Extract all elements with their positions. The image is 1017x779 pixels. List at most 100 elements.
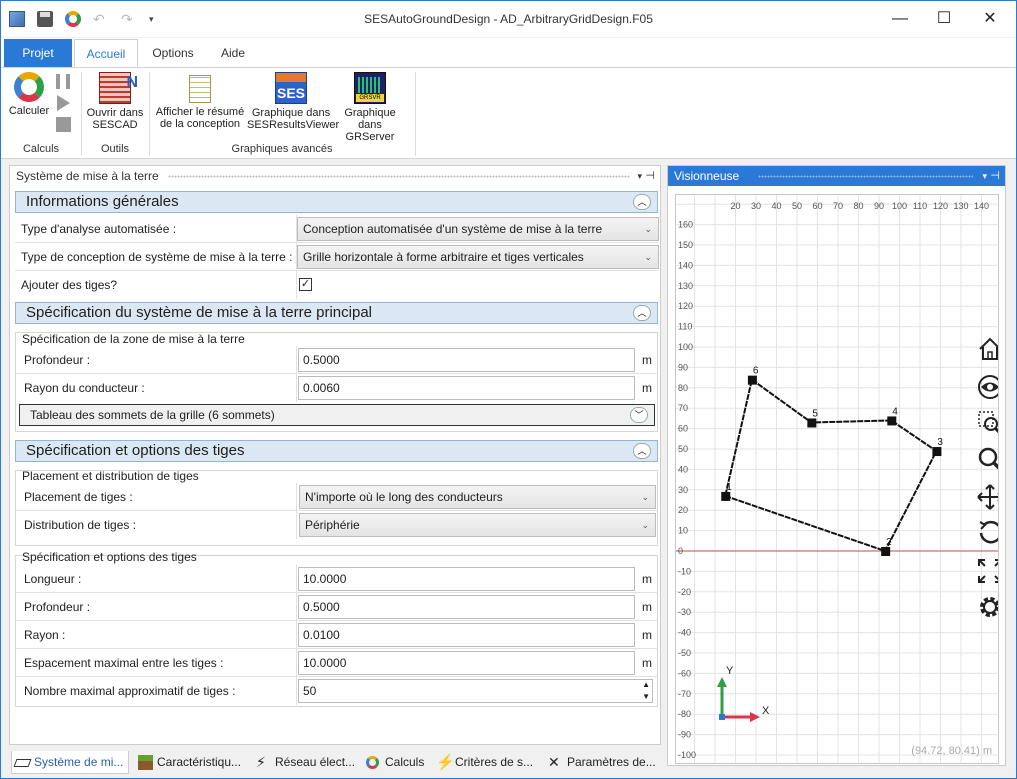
tab-criteres-securite[interactable]: ⚡ Critères de s... [433, 751, 545, 774]
y-tick-label: -90 [678, 730, 691, 740]
type-conception-select[interactable]: Grille horizontale à forme arbitraire et… [297, 245, 659, 269]
title-bar: ↶ ↷ ▾ SESAutoGroundDesign - AD_Arbitrary… [1, 1, 1016, 37]
pane-menu-icon[interactable]: ▾ [637, 166, 642, 186]
rayon-conducteur-input[interactable]: 0.0060 [298, 376, 635, 400]
y-tick-label: 10 [678, 526, 688, 536]
pin-icon[interactable]: ⊣ [645, 166, 655, 186]
type-analyse-select[interactable]: Conception automatisée d'un système de m… [297, 217, 659, 241]
zoom-icon[interactable] [976, 445, 998, 473]
view-eye-icon[interactable] [976, 373, 998, 401]
calculer-button[interactable]: Calculer [7, 72, 51, 117]
collapse-icon[interactable]: ︿ [633, 194, 651, 210]
collapse-icon[interactable]: ︿ [633, 443, 651, 459]
longueur-input[interactable]: 10.0000 [298, 567, 635, 591]
y-tick-label: -100 [678, 750, 696, 760]
ajouter-tiges-checkbox[interactable]: ✓ [299, 278, 312, 291]
placement-select[interactable]: N'importe où le long des conducteurs ⌄ [299, 485, 656, 509]
pane-menu-icon[interactable]: ▾ [982, 166, 987, 186]
x-tick-label: 80 [853, 201, 863, 211]
settings-gear-icon[interactable] [976, 593, 998, 621]
column-divider [296, 621, 297, 649]
column-divider [296, 677, 297, 705]
y-tick-label: 20 [678, 505, 688, 515]
viewer-pane: Visionneuse ▾ ⊣ 20 30 40 50 60 70 80 90 100 110 12… [667, 165, 1006, 766]
row-ajouter-tiges: Ajouter des tiges? ✓ [15, 271, 658, 299]
section-specification-tiges[interactable]: Spécification et options des tiges ︿ [15, 440, 658, 462]
y-tick-label: 140 [678, 260, 693, 270]
chevron-down-icon: ⌄ [644, 252, 652, 262]
play-icon[interactable] [57, 95, 70, 111]
stepper-up-icon[interactable]: ▲ [642, 680, 650, 689]
section-informations-generales[interactable]: Informations générales ︿ [15, 191, 658, 213]
vertex-marker [807, 418, 817, 428]
rotate-icon[interactable] [976, 519, 998, 547]
afficher-resume-button[interactable]: Afficher le résumé de la conception [153, 72, 247, 130]
close-button[interactable]: ✕ [967, 1, 1013, 37]
y-tick-label: 130 [678, 281, 693, 291]
espacement-input[interactable]: 10.0000 [298, 651, 635, 675]
grid-canvas[interactable]: 20 30 40 50 60 70 80 90 100 110 120 130 140 160 150 140… [675, 194, 999, 764]
ouvrir-sescad-button[interactable]: N Ouvrir dans SESCAD [85, 72, 145, 131]
tab-options[interactable]: Options [141, 39, 205, 67]
tab-projet[interactable]: Projet [4, 39, 72, 67]
profondeur-tige-input[interactable]: 0.5000 [298, 595, 635, 619]
y-tick-label: 150 [678, 240, 693, 250]
y-tick-label: 50 [678, 444, 688, 454]
tab-accueil[interactable]: Accueil [74, 39, 138, 69]
tab-calculs[interactable]: Calculs [363, 751, 435, 774]
pause-icon[interactable] [56, 74, 70, 89]
tab-reseau-electrique[interactable]: ⚡︎ Réseau élect... [253, 751, 357, 774]
ribbon-tabs: Projet Accueil Options Aide [1, 38, 1016, 69]
vertex-label: 4 [892, 406, 898, 417]
section-specification-principal[interactable]: Spécification du système de mise à la te… [15, 302, 658, 324]
profondeur-input[interactable]: 0.5000 [298, 348, 635, 372]
tab-caracteristiques[interactable]: Caractéristiqu... [135, 751, 249, 774]
nombre-tiges-stepper[interactable]: 50 [298, 679, 653, 703]
column-divider [296, 565, 297, 593]
vertex-label: 2 [886, 537, 892, 548]
tools-icon: ✕ [548, 754, 560, 770]
graphique-sesresultsviewer-button[interactable]: SES Graphique dans SESResultsViewer [247, 72, 339, 131]
zoom-window-icon[interactable] [976, 409, 998, 437]
x-tick-label: 30 [751, 201, 761, 211]
rayon-input[interactable]: 0.0100 [298, 623, 635, 647]
stepper-down-icon[interactable]: ▼ [642, 692, 650, 701]
distribution-select[interactable]: Périphérie ⌄ [299, 513, 656, 537]
y-tick-label: 160 [678, 220, 693, 230]
pane-header: Système de mise à la terre ▾ ⊣ [10, 166, 660, 186]
collapse-icon[interactable]: ︿ [633, 305, 651, 321]
vertex-label: 6 [753, 366, 759, 377]
x-tick-label: 20 [730, 201, 740, 211]
tab-parametres[interactable]: ✕ Paramètres de... [545, 751, 661, 774]
expand-icon[interactable]: ﹀ [630, 407, 648, 423]
y-tick-label: -60 [678, 668, 691, 678]
y-tick-label: -80 [678, 709, 691, 719]
y-tick-label: 40 [678, 464, 688, 474]
row-rayon-conducteur: Rayon du conducteur : 0.0060 m [15, 374, 658, 402]
minimize-button[interactable]: — [877, 1, 923, 37]
tab-aide[interactable]: Aide [209, 39, 257, 67]
viewer-header: Visionneuse ▾ ⊣ [668, 166, 1005, 186]
x-tick-label: 110 [913, 201, 927, 211]
chevron-down-icon: ⌄ [641, 520, 649, 530]
group-label-outils: Outils [100, 143, 130, 155]
graphique-grserver-button[interactable]: GRSVR Graphique dans GRServer [335, 72, 405, 143]
maximize-button[interactable]: ☐ [921, 1, 967, 37]
y-tick-label: -10 [678, 566, 691, 576]
tab-systeme-mise-terre[interactable]: Système de mi... [11, 751, 129, 774]
vertex-label: 3 [937, 437, 943, 448]
pin-icon[interactable]: ⊣ [990, 166, 1000, 186]
vertex-marker [932, 447, 942, 457]
stop-icon[interactable] [56, 117, 71, 132]
fit-extents-icon[interactable] [976, 557, 998, 585]
y-tick-label: 60 [678, 424, 688, 434]
column-divider [296, 483, 297, 511]
tableau-sommets-expander[interactable]: Tableau des sommets de la grille (6 somm… [19, 404, 655, 426]
home-icon[interactable] [976, 335, 998, 363]
row-placement: Placement de tiges : N'importe où le lon… [15, 483, 658, 511]
pan-icon[interactable] [976, 483, 998, 511]
bottom-tab-strip: Système de mi... Caractéristiqu... ⚡︎ Rés… [9, 751, 661, 775]
sesresultsviewer-icon: SES [275, 72, 307, 104]
column-divider [296, 511, 297, 539]
soil-icon [138, 755, 153, 770]
